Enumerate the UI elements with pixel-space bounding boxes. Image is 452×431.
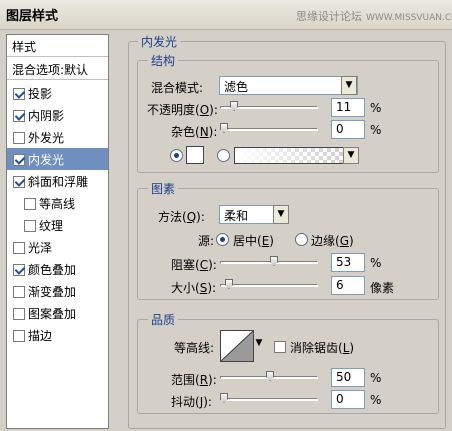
noise-unit: % bbox=[370, 123, 382, 137]
styles-header[interactable]: 样式 bbox=[7, 35, 108, 57]
blend-mode-select[interactable]: 滤色 bbox=[219, 76, 358, 95]
range-label: 范围(R): bbox=[171, 373, 217, 387]
style-item-satin[interactable]: 光泽 bbox=[7, 236, 108, 258]
style-item-label: 渐变叠加 bbox=[28, 285, 77, 299]
chevron-down-icon[interactable]: ▼ bbox=[341, 76, 357, 95]
structure-title: 结构 bbox=[148, 52, 179, 69]
style-checkbox[interactable] bbox=[13, 110, 25, 122]
style-checkbox[interactable] bbox=[13, 176, 25, 188]
style-checkbox[interactable] bbox=[13, 132, 25, 144]
blend-mode-label: 混合模式: bbox=[151, 81, 204, 95]
style-item-texture[interactable]: 纹理 bbox=[7, 214, 108, 236]
source-label: 源: bbox=[198, 234, 215, 248]
antialias-label[interactable]: 消除锯齿(L) bbox=[290, 339, 354, 356]
chevron-down-icon[interactable]: ▼ bbox=[273, 205, 289, 224]
contour-preview[interactable] bbox=[220, 330, 254, 362]
style-item-drop-shadow[interactable]: 投影 bbox=[7, 82, 108, 104]
style-item-label: 颜色叠加 bbox=[28, 263, 77, 277]
contour-curve-icon bbox=[220, 330, 254, 362]
style-item-gradient-overlay[interactable]: 渐变叠加 bbox=[7, 280, 108, 302]
style-item-stroke[interactable]: 描边 bbox=[7, 324, 108, 346]
antialias-checkbox[interactable] bbox=[274, 341, 286, 353]
style-item-label: 外发光 bbox=[28, 131, 65, 145]
style-checkbox[interactable] bbox=[13, 242, 25, 254]
size-slider[interactable] bbox=[220, 284, 318, 287]
style-item-label: 等高线 bbox=[39, 197, 76, 211]
style-item-label: 内阴影 bbox=[28, 109, 65, 123]
style-item-outer-glow[interactable]: 外发光 bbox=[7, 126, 108, 148]
choke-input[interactable]: 53 bbox=[331, 253, 365, 272]
style-item-color-overlay[interactable]: 颜色叠加 bbox=[7, 258, 108, 280]
style-item-bevel-emboss[interactable]: 斜面和浮雕 bbox=[7, 170, 108, 192]
blend-mode-value: 滤色 bbox=[224, 80, 249, 94]
style-item-pattern-overlay[interactable]: 图案叠加 bbox=[7, 302, 108, 324]
source-center-radio[interactable] bbox=[216, 233, 229, 246]
style-checkbox[interactable] bbox=[13, 88, 25, 100]
choke-unit: % bbox=[370, 256, 382, 270]
chevron-down-icon[interactable]: ▼ bbox=[343, 147, 359, 164]
style-item-label: 光泽 bbox=[28, 241, 53, 255]
style-item-label: 图案叠加 bbox=[28, 307, 77, 321]
size-label: 大小(S): bbox=[171, 281, 217, 295]
gradient-radio[interactable] bbox=[217, 149, 230, 162]
source-edge-radio[interactable] bbox=[295, 233, 308, 246]
style-list-panel: 样式 混合选项:默认 投影 内阴影 外发光 内发光 斜面和浮雕 等高线 纹理 光… bbox=[6, 34, 109, 429]
inner-glow-title: 内发光 bbox=[138, 33, 181, 50]
size-unit: 像素 bbox=[370, 281, 395, 295]
title-bar[interactable]: 图层样式 思缘设计论坛 WWW.MISSVUAN.COM bbox=[0, 0, 452, 30]
noise-input[interactable]: 0 bbox=[331, 120, 365, 139]
range-unit: % bbox=[370, 371, 382, 385]
quality-title: 品质 bbox=[148, 311, 179, 328]
watermark-site: WWW.MISSVUAN.COM bbox=[366, 13, 452, 23]
opacity-input[interactable]: 11 bbox=[331, 98, 365, 117]
jitter-label: 抖动(J): bbox=[171, 395, 212, 409]
chevron-down-icon[interactable]: ▼ bbox=[254, 335, 264, 354]
style-item-inner-shadow[interactable]: 内阴影 bbox=[7, 104, 108, 126]
style-checkbox[interactable] bbox=[13, 330, 25, 342]
gradient-preview[interactable] bbox=[234, 147, 344, 164]
range-input[interactable]: 50 bbox=[331, 368, 365, 387]
noise-slider[interactable] bbox=[220, 128, 318, 131]
style-item-label: 描边 bbox=[28, 329, 53, 343]
style-checkbox[interactable] bbox=[13, 154, 25, 166]
watermark-text: 思缘设计论坛 bbox=[296, 10, 362, 23]
style-checkbox[interactable] bbox=[13, 286, 25, 298]
elements-title: 图素 bbox=[148, 180, 179, 197]
style-checkbox[interactable] bbox=[24, 220, 36, 232]
style-checkbox[interactable] bbox=[13, 264, 25, 276]
glow-color-swatch[interactable] bbox=[186, 146, 204, 164]
style-item-contour[interactable]: 等高线 bbox=[7, 192, 108, 214]
style-item-inner-glow[interactable]: 内发光 bbox=[7, 148, 108, 170]
blending-options-item[interactable]: 混合选项:默认 bbox=[7, 58, 108, 80]
jitter-unit: % bbox=[370, 393, 382, 407]
window-title: 图层样式 bbox=[6, 9, 59, 24]
contour-label: 等高线: bbox=[174, 341, 215, 355]
style-checkbox[interactable] bbox=[13, 308, 25, 320]
source-center-label[interactable]: 居中(E) bbox=[233, 232, 274, 249]
jitter-slider[interactable] bbox=[220, 398, 318, 401]
source-edge-label[interactable]: 边缘(G) bbox=[311, 232, 354, 249]
style-item-label: 斜面和浮雕 bbox=[28, 175, 89, 189]
choke-slider[interactable] bbox=[220, 261, 318, 264]
style-item-label: 内发光 bbox=[28, 153, 65, 167]
style-checkbox[interactable] bbox=[24, 198, 36, 210]
solid-color-radio[interactable] bbox=[170, 149, 183, 162]
jitter-input[interactable]: 0 bbox=[331, 390, 365, 409]
opacity-unit: % bbox=[370, 101, 382, 115]
noise-label: 杂色(N): bbox=[171, 125, 218, 139]
method-label: 方法(Q): bbox=[158, 210, 205, 224]
style-item-label: 投影 bbox=[28, 87, 53, 101]
watermark: 思缘设计论坛 WWW.MISSVUAN.COM bbox=[296, 8, 452, 24]
opacity-label: 不透明度(O): bbox=[147, 103, 218, 117]
size-input[interactable]: 6 bbox=[331, 276, 365, 295]
style-item-label: 纹理 bbox=[39, 219, 64, 233]
choke-label: 阻塞(C): bbox=[171, 258, 217, 272]
